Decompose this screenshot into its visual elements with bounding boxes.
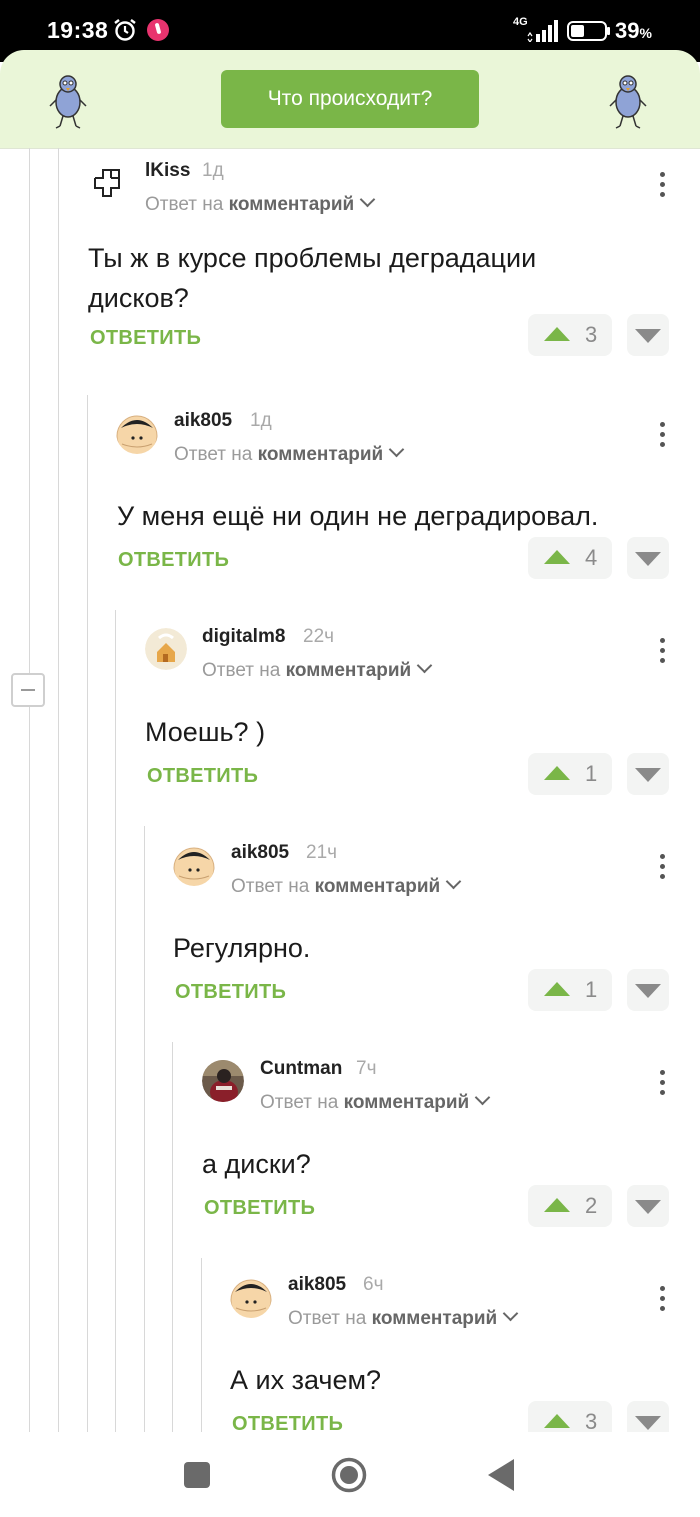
reply-button[interactable]: ОТВЕТИТЬ [232,1413,343,1432]
status-time: 19:38 [47,17,109,43]
comment-author[interactable]: Cuntman [260,1058,342,1080]
reply-button[interactable]: ОТВЕТИТЬ [90,327,201,350]
reply-button[interactable]: ОТВЕТИТЬ [204,1197,315,1220]
recent-apps-icon[interactable] [184,1462,210,1488]
comment-author[interactable]: aik805 [174,410,232,432]
arrow-down-icon [635,329,661,343]
comment-text: Моешь? ) [145,717,266,747]
comment-time: 1д [250,410,272,431]
more-options-icon[interactable] [658,172,666,202]
upvote-button[interactable]: 3 [528,1401,612,1432]
comment-time: 22ч [303,626,335,647]
downvote-button[interactable] [627,1185,669,1227]
vote-count: 1 [585,761,598,786]
more-options-icon[interactable] [658,854,666,884]
arrow-down-icon [635,552,661,566]
chevron-down-icon [416,657,433,674]
chevron-down-icon [359,191,376,208]
comment-text: У меня ещё ни один не деградировал. [117,501,599,531]
more-options-icon[interactable] [658,1070,666,1100]
arrow-up-icon [544,766,570,780]
arrow-down-icon [635,768,661,782]
back-icon[interactable] [488,1459,514,1491]
alarm-icon [114,19,136,41]
comment-time: 6ч [363,1274,384,1295]
chevron-down-icon [474,1089,491,1106]
vote-count: 2 [585,1193,598,1218]
comment: aik805 21ч Ответ на комментарий Регулярн… [0,832,700,1048]
reply-to-link[interactable]: Ответ на комментарий [260,1089,491,1114]
arrow-up-icon [544,550,570,564]
system-nav-bar [0,1432,700,1517]
comment: aik805 1д Ответ на комментарий У меня ещ… [0,400,700,616]
cartoon-face-icon [116,415,158,454]
arrow-up-icon [544,1414,570,1428]
comment-time: 7ч [356,1058,377,1079]
notification-app-icon [147,19,169,41]
downvote-button[interactable] [627,537,669,579]
arrow-up-icon [544,327,570,341]
more-options-icon[interactable] [658,638,666,668]
comment-author[interactable]: aik805 [231,842,289,864]
comment-author[interactable]: digitalm8 [202,626,285,648]
more-options-icon[interactable] [658,422,666,452]
reply-button[interactable]: ОТВЕТИТЬ [118,549,229,572]
vote-count: 3 [585,322,598,347]
reply-button[interactable]: ОТВЕТИТЬ [175,981,286,1004]
upvote-button[interactable]: 1 [528,753,612,795]
house-icon [145,628,187,670]
whats-happening-button[interactable]: Что происходит? [221,70,479,128]
chevron-down-icon [445,873,462,890]
rammstein-cross-icon [94,169,120,197]
vote-count: 3 [585,1409,598,1432]
battery-percent: 39% [615,18,652,43]
upvote-button[interactable]: 4 [528,537,612,579]
downvote-button[interactable] [627,1401,669,1432]
app-header: Что происходит? [0,50,700,149]
upvote-button[interactable]: 1 [528,969,612,1011]
comment: Cuntman 7ч Ответ на комментарий а диски?… [0,1048,700,1264]
reply-button[interactable]: ОТВЕТИТЬ [147,765,258,788]
reply-to-link[interactable]: Ответ на комментарий [231,873,462,898]
more-options-icon[interactable] [658,1286,666,1316]
chevron-down-icon [388,441,405,458]
arrow-down-icon [635,1200,661,1214]
comment-text: Ты ж в курсе проблемы деградации дисков? [88,243,537,313]
home-icon[interactable] [331,1457,367,1493]
arrow-down-icon [635,984,661,998]
photo-avatar [202,1060,244,1102]
comment: aik805 6ч Ответ на комментарий А их заче… [0,1264,700,1432]
upvote-button[interactable]: 2 [528,1185,612,1227]
reply-to-link[interactable]: Ответ на комментарий [288,1305,519,1330]
pigeon-logo-icon[interactable] [608,70,648,130]
downvote-button[interactable] [627,969,669,1011]
comment-text: А их зачем? [230,1365,382,1395]
pigeon-logo-icon[interactable] [48,70,88,130]
cartoon-face-icon [173,847,215,886]
vote-count: 1 [585,977,598,1002]
vote-count: 4 [585,545,598,570]
downvote-button[interactable] [627,314,669,356]
comment-author[interactable]: aik805 [288,1274,346,1296]
chevron-down-icon [502,1305,519,1322]
comment: lKiss 1д Ответ на комментарий Ты ж в кур… [0,150,700,366]
arrow-up-icon [544,982,570,996]
arrow-down-icon [635,1416,661,1430]
comment-text: а диски? [202,1149,311,1179]
upvote-button[interactable]: 3 [528,314,612,356]
arrow-up-icon [544,1198,570,1212]
comment: digitalm8 22ч Ответ на комментарий Моешь… [0,616,700,832]
comment-time: 21ч [306,842,338,863]
comment-author[interactable]: lKiss [145,160,190,182]
reply-to-link[interactable]: Ответ на комментарий [145,191,376,216]
signal-icon [527,20,558,42]
battery-icon [567,21,610,41]
comment-time: 1д [202,160,224,181]
downvote-button[interactable] [627,753,669,795]
reply-to-link[interactable]: Ответ на комментарий [174,441,405,466]
comment-text: Регулярно. [173,933,311,963]
reply-to-link[interactable]: Ответ на комментарий [202,657,433,682]
cartoon-face-icon [230,1279,272,1318]
